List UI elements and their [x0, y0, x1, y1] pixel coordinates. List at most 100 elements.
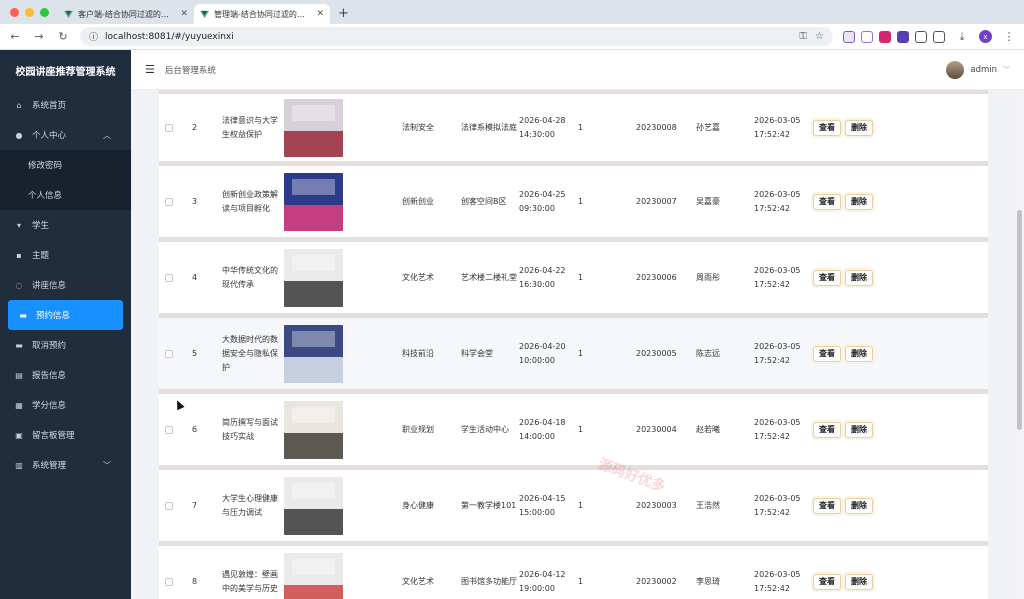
view-button[interactable]: 查看: [813, 269, 841, 286]
bookmark-star-icon[interactable]: ☆: [815, 31, 824, 42]
cell-lecture-time: 2026-04-22 16:30:00: [519, 265, 566, 289]
reload-icon[interactable]: ↻: [56, 30, 70, 43]
cell-lecture-time: 2026-04-18 14:00:00: [519, 417, 566, 441]
browser-tab-client[interactable]: 客户端-结合协同过滤的校园讲座推荐系统 ✕: [58, 4, 194, 24]
delete-button[interactable]: 删除: [845, 193, 873, 210]
cell-thumbnail: [284, 476, 343, 535]
close-window-icon[interactable]: [10, 8, 19, 17]
cell-reserve-time: 2026-03-05 17:52:42: [754, 569, 801, 593]
sidebar-toggle-icon[interactable]: [933, 30, 945, 43]
avatar: [946, 60, 965, 79]
cell-student-name: 周雨彤: [696, 272, 720, 282]
extension-icon[interactable]: [879, 30, 891, 43]
delete-button[interactable]: 删除: [845, 345, 873, 362]
admin-app: 校园讲座推荐管理系统 ⌂ 系统首页 ● 个人中心 ︿ 修改密码 个人信息 ▾ 学生 ▪ 主…: [0, 50, 1024, 599]
sidebar-item-themes[interactable]: ▪ 主题: [0, 240, 131, 270]
table-row[interactable]: 6 简历撰写与面试技巧实战 职业规划 学生活动中心 2026-04-18 14:00:0…: [159, 394, 988, 470]
forward-icon[interactable]: →: [32, 30, 46, 43]
cell-thumbnail: [284, 172, 343, 231]
table-row[interactable]: 2 法律意识与大学生权益保护 法制安全 法律系模拟法庭 2026-04-28 14:30…: [159, 90, 988, 166]
cell-lecture-title: 创新创业政策解读与项目孵化: [222, 189, 278, 213]
cell-student-name: 吴嘉豪: [696, 196, 720, 206]
cancel-icon: ▬: [15, 340, 23, 350]
table-row[interactable]: 7 大学生心理健康与压力调试 身心健康 第一教学楼101 2026-04-15 15:0…: [159, 470, 988, 546]
delete-button[interactable]: 删除: [845, 573, 873, 590]
delete-button[interactable]: 删除: [845, 421, 873, 438]
user-menu[interactable]: admin ﹀: [946, 60, 1010, 79]
view-button[interactable]: 查看: [813, 193, 841, 210]
cell-theme: 科技前沿: [402, 348, 434, 358]
row-checkbox[interactable]: [165, 123, 173, 132]
maximize-window-icon[interactable]: [40, 8, 49, 17]
view-button[interactable]: 查看: [813, 119, 841, 136]
scrollbar[interactable]: [1015, 90, 1024, 599]
sidebar-item-change-password[interactable]: 修改密码: [0, 150, 131, 180]
view-button[interactable]: 查看: [813, 573, 841, 590]
sidebar-item-system[interactable]: ▥ 系统管理 ﹀: [0, 450, 131, 480]
row-checkbox[interactable]: [165, 197, 173, 206]
sidebar-item-cancel-reservations[interactable]: ▬ 取消预约: [0, 330, 131, 360]
sidebar-item-students[interactable]: ▾ 学生: [0, 210, 131, 240]
url-field[interactable]: ⓘ localhost:8081/#/yuyuexinxi ⚿ ☆: [80, 27, 833, 46]
sidebar-item-reports[interactable]: ▤ 报告信息: [0, 360, 131, 390]
cell-reserve-time: 2026-03-05 17:52:42: [754, 493, 801, 517]
cell-student-name: 陈志远: [696, 348, 720, 358]
delete-button[interactable]: 删除: [845, 119, 873, 136]
username: admin: [970, 64, 997, 75]
extension-icon[interactable]: [861, 30, 873, 43]
cell-theme: 职业规划: [402, 424, 434, 434]
row-checkbox[interactable]: [165, 349, 173, 358]
extension-icon[interactable]: [897, 30, 909, 43]
view-button[interactable]: 查看: [813, 345, 841, 362]
table-row[interactable]: 8 遇见敦煌：壁画中的美学与历史 文化艺术 图书馆多功能厅 2026-04-12 19:…: [159, 546, 988, 599]
download-icon[interactable]: ⤓: [955, 30, 969, 44]
row-checkbox[interactable]: [165, 501, 173, 510]
chevron-up-icon: ︿: [103, 130, 111, 140]
extension-icon[interactable]: [843, 30, 855, 43]
row-checkbox[interactable]: [165, 577, 173, 586]
row-checkbox[interactable]: [165, 273, 173, 282]
system-icon: ▥: [15, 460, 23, 470]
table-row[interactable]: 5 大数据时代的数据安全与隐私保护 科技前沿 科学会堂 2026-04-20 10:00…: [159, 318, 988, 394]
scrollbar-thumb[interactable]: [1017, 210, 1022, 430]
sidebar-item-personal-info[interactable]: 个人信息: [0, 180, 131, 210]
cell-count: 1: [578, 424, 584, 434]
address-bar: ← → ↻ ⓘ localhost:8081/#/yuyuexinxi ⚿ ☆ ⤓…: [0, 24, 1024, 50]
sidebar-item-personal-center[interactable]: ● 个人中心 ︿: [0, 120, 131, 150]
sidebar-item-home[interactable]: ⌂ 系统首页: [0, 90, 131, 120]
message-icon: ▣: [15, 430, 23, 440]
user-tag-icon: ▾: [16, 220, 21, 230]
new-tab-icon[interactable]: +: [330, 6, 357, 24]
cell-theme: 文化艺术: [402, 272, 434, 282]
cell-theme: 法制安全: [402, 122, 434, 132]
profile-avatar[interactable]: x: [979, 30, 992, 43]
vue-logo-icon: [64, 10, 73, 18]
browser-tab-admin[interactable]: 管理端-结合协同过滤的校园讲座推荐系统 ✕: [194, 4, 330, 24]
sidebar-item-lectures[interactable]: ◌ 讲座信息: [0, 270, 131, 300]
view-button[interactable]: 查看: [813, 497, 841, 514]
sidebar-item-credits[interactable]: ▦ 学分信息: [0, 390, 131, 420]
menu-kebab-icon[interactable]: ⋮: [1002, 30, 1016, 43]
close-tab-icon[interactable]: ✕: [180, 9, 188, 19]
site-info-icon[interactable]: ⓘ: [89, 30, 98, 43]
cell-theme: 创新创业: [402, 196, 434, 206]
cell-location: 第一教学楼101: [461, 500, 517, 510]
row-checkbox[interactable]: [165, 425, 173, 434]
view-button[interactable]: 查看: [813, 421, 841, 438]
cell-thumbnail: [284, 324, 343, 383]
sidebar: 校园讲座推荐管理系统 ⌂ 系统首页 ● 个人中心 ︿ 修改密码 个人信息 ▾ 学生 ▪ 主…: [0, 50, 131, 599]
delete-button[interactable]: 删除: [845, 269, 873, 286]
sidebar-item-reservations[interactable]: ▬ 预约信息: [8, 300, 123, 330]
delete-button[interactable]: 删除: [845, 497, 873, 514]
sidebar-item-message-board[interactable]: ▣ 留言板管理: [0, 420, 131, 450]
minimize-window-icon[interactable]: [25, 8, 34, 17]
puzzle-icon[interactable]: [915, 30, 927, 43]
close-tab-icon[interactable]: ✕: [316, 9, 324, 19]
table-row[interactable]: 4 中华传统文化的现代传承 文化艺术 艺术楼二楼礼堂 2026-04-22 16:30:…: [159, 242, 988, 318]
key-icon[interactable]: ⚿: [799, 31, 807, 42]
tab-title: 客户端-结合协同过滤的校园讲座推荐系统: [78, 9, 175, 19]
back-icon[interactable]: ←: [8, 30, 22, 43]
hamburger-icon[interactable]: ☰: [145, 63, 155, 76]
cell-lecture-title: 遇见敦煌：壁画中的美学与历史: [222, 569, 278, 593]
table-row[interactable]: 3 创新创业政策解读与项目孵化 创新创业 创客空间B区 2026-04-25 09:30…: [159, 166, 988, 242]
